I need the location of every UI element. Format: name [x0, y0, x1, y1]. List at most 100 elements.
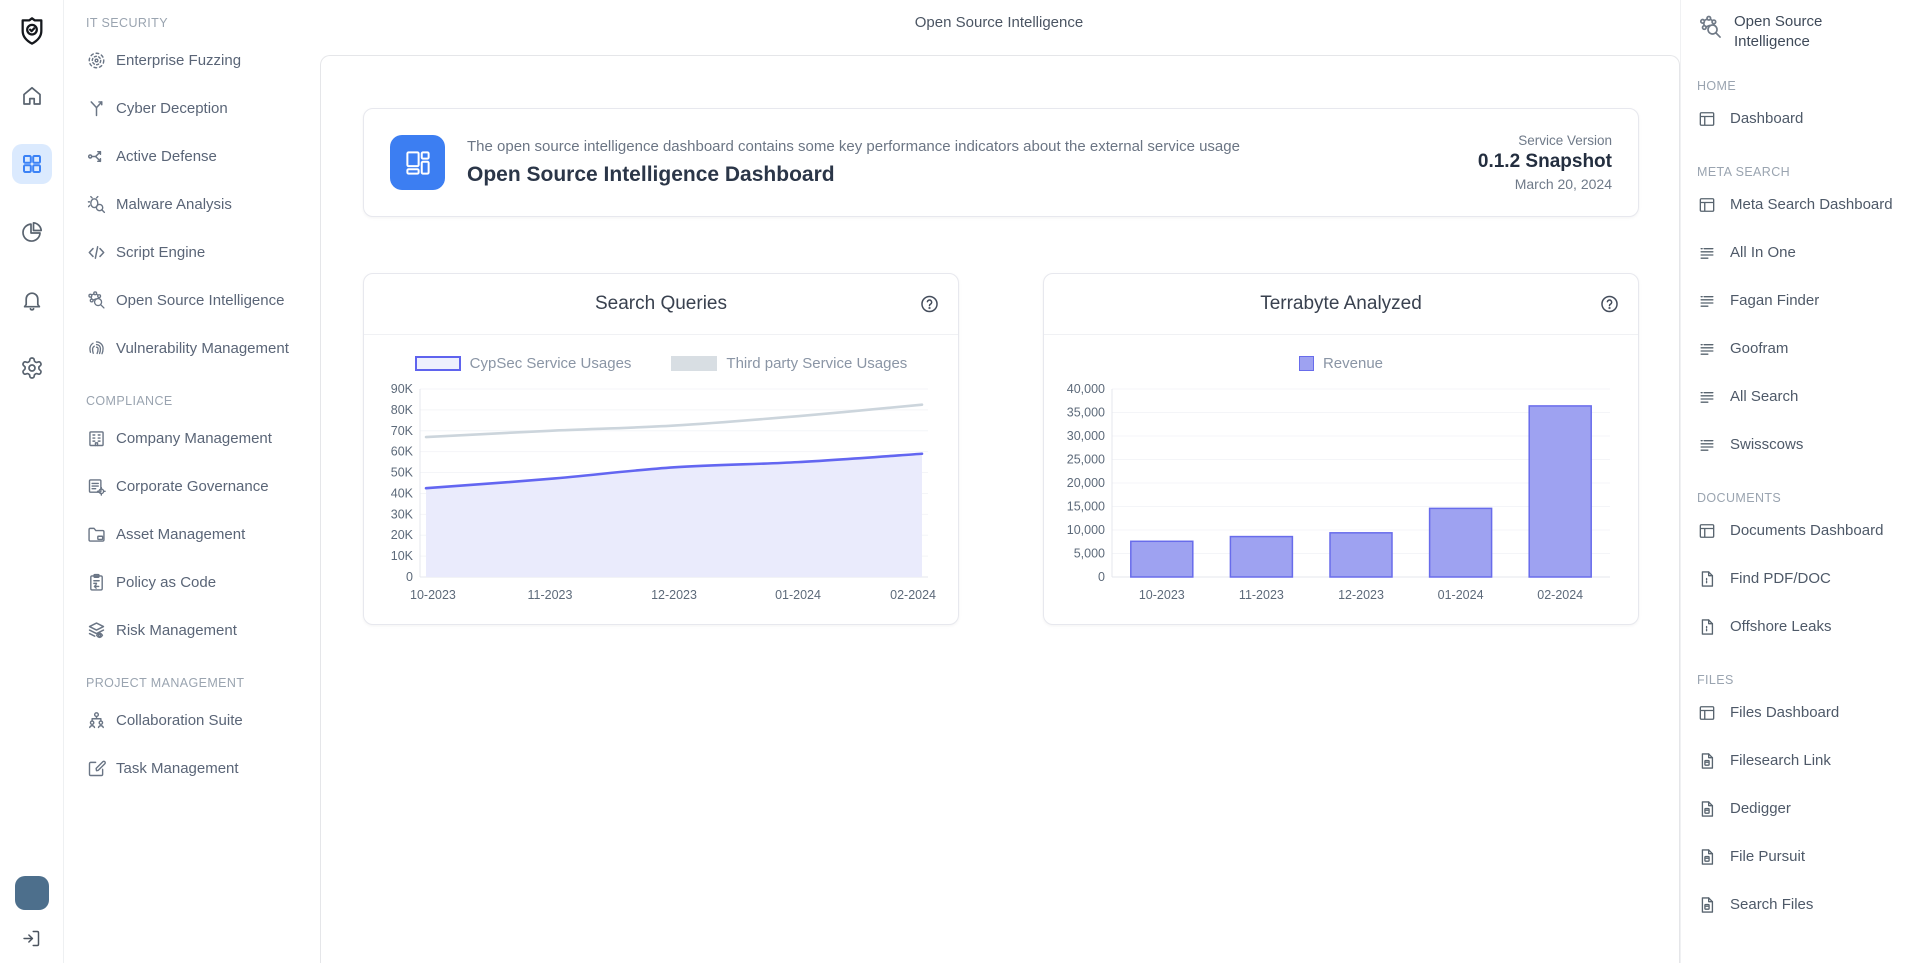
- rs-item-goofram[interactable]: Goofram: [1697, 325, 1912, 373]
- svg-text:60K: 60K: [391, 445, 414, 459]
- rs-item-dashboard[interactable]: Dashboard: [1697, 95, 1912, 143]
- sidebar-item-risk-management[interactable]: Risk Management: [86, 606, 308, 654]
- search-queries-chart: 010K20K30K40K50K60K70K80K90K10-202311-20…: [382, 379, 938, 607]
- rs-item-label: File Pursuit: [1730, 848, 1805, 865]
- sidebar-item-asset-management[interactable]: Asset Management: [86, 510, 308, 558]
- svg-text:80K: 80K: [391, 403, 414, 417]
- rs-item-label: Dedigger: [1730, 800, 1791, 817]
- sidebar-item-open-source-intelligence[interactable]: Open Source Intelligence: [86, 276, 308, 324]
- doc-icon: [1697, 617, 1717, 637]
- rs-item-label: Swisscows: [1730, 436, 1803, 453]
- sidebar-item-corporate-governance[interactable]: Corporate Governance: [86, 462, 308, 510]
- home-icon: [20, 84, 44, 108]
- help-icon[interactable]: [919, 294, 940, 315]
- svg-text:12-2023: 12-2023: [651, 588, 697, 602]
- rs-item-file-pursuit[interactable]: File Pursuit: [1697, 833, 1912, 881]
- doc-icon: [1697, 569, 1717, 589]
- rail-dashboard[interactable]: [12, 144, 52, 184]
- search-queries-card: Search Queries CypSec Service UsagesThir…: [363, 273, 959, 625]
- sidebar-item-label: Malware Analysis: [116, 196, 232, 213]
- lines-icon: [1697, 291, 1717, 311]
- sidebar-item-active-defense[interactable]: Active Defense: [86, 132, 308, 180]
- rail-settings[interactable]: [12, 348, 52, 388]
- rs-item-offshore-leaks[interactable]: Offshore Leaks: [1697, 603, 1912, 651]
- main-card: The open source intelligence dashboard c…: [320, 55, 1680, 963]
- layers-icon: [86, 620, 107, 641]
- filebox-icon: [1697, 751, 1717, 771]
- section-title-project-management: PROJECT MANAGEMENT: [86, 676, 308, 690]
- logout-icon[interactable]: [21, 928, 42, 949]
- sidebar-item-malware-analysis[interactable]: Malware Analysis: [86, 180, 308, 228]
- rs-item-label: Files Dashboard: [1730, 704, 1839, 721]
- rs-item-swisscows[interactable]: Swisscows: [1697, 421, 1912, 469]
- sidebar-item-label: Task Management: [116, 760, 239, 777]
- sidebar-item-cyber-deception[interactable]: Cyber Deception: [86, 84, 308, 132]
- user-avatar[interactable]: [15, 876, 49, 910]
- svg-text:02-2024: 02-2024: [1537, 588, 1583, 602]
- fingerprint-icon: [86, 338, 107, 359]
- osint-network-search-icon: [1697, 14, 1724, 41]
- rs-item-fagan-finder[interactable]: Fagan Finder: [1697, 277, 1912, 325]
- filebox-icon: [1697, 895, 1717, 915]
- target-icon: [86, 50, 107, 71]
- legend-label: Third party Service Usages: [726, 355, 907, 372]
- legend-label: CypSec Service Usages: [470, 355, 632, 372]
- lines-icon: [1697, 243, 1717, 263]
- svg-text:10,000: 10,000: [1067, 523, 1105, 537]
- sidebar-item-label: Company Management: [116, 430, 272, 447]
- rs-item-documents-dashboard[interactable]: Documents Dashboard: [1697, 507, 1912, 555]
- rs-item-files-dashboard[interactable]: Files Dashboard: [1697, 689, 1912, 737]
- rail-analytics[interactable]: [12, 212, 52, 252]
- window-icon: [1697, 109, 1717, 129]
- legend-item-cypsec-service-usages[interactable]: CypSec Service Usages: [415, 355, 632, 372]
- section-title-it-security: IT SECURITY: [86, 16, 308, 30]
- sidebar-item-label: Corporate Governance: [116, 478, 269, 495]
- rs-item-label: Meta Search Dashboard: [1730, 196, 1893, 213]
- sidebar-item-label: Asset Management: [116, 526, 245, 543]
- rs-item-dedigger[interactable]: Dedigger: [1697, 785, 1912, 833]
- svg-text:11-2023: 11-2023: [1239, 588, 1284, 602]
- svg-text:90K: 90K: [391, 382, 414, 396]
- dashboard-info-card: The open source intelligence dashboard c…: [363, 108, 1639, 217]
- rs-section-title-files: FILES: [1697, 673, 1912, 687]
- rs-section-title-home: HOME: [1697, 79, 1912, 93]
- rs-item-all-search[interactable]: All Search: [1697, 373, 1912, 421]
- svg-text:0: 0: [1098, 570, 1105, 584]
- sidebar-item-company-management[interactable]: Company Management: [86, 414, 308, 462]
- svg-text:11-2023: 11-2023: [528, 588, 573, 602]
- app-logo-shield-check-icon[interactable]: [15, 14, 49, 48]
- rail-home[interactable]: [12, 76, 52, 116]
- sidebar-item-collaboration-suite[interactable]: Collaboration Suite: [86, 696, 308, 744]
- rs-item-filesearch-link[interactable]: Filesearch Link: [1697, 737, 1912, 785]
- search-queries-legend: CypSec Service Usages Third party Service…: [382, 349, 940, 377]
- sidebar-item-policy-as-code[interactable]: Policy as Code: [86, 558, 308, 606]
- sidebar-item-vulnerability-management[interactable]: Vulnerability Management: [86, 324, 308, 372]
- rs-item-all-in-one[interactable]: All In One: [1697, 229, 1912, 277]
- rail-notifications[interactable]: [12, 280, 52, 320]
- rs-item-meta-search-dashboard[interactable]: Meta Search Dashboard: [1697, 181, 1912, 229]
- icon-rail: [0, 0, 64, 963]
- rs-item-find-pdf-doc[interactable]: Find PDF/DOC: [1697, 555, 1912, 603]
- rs-item-search-files[interactable]: Search Files: [1697, 881, 1912, 929]
- rs-item-label: Find PDF/DOC: [1730, 570, 1831, 587]
- svg-text:20K: 20K: [391, 528, 414, 542]
- filebox-icon: [1697, 847, 1717, 867]
- svg-text:20,000: 20,000: [1067, 476, 1105, 490]
- svg-text:25,000: 25,000: [1067, 453, 1105, 467]
- legend-item-revenue[interactable]: Revenue: [1299, 355, 1383, 372]
- window-icon: [1697, 521, 1717, 541]
- service-version-label: Service Version: [1478, 133, 1612, 148]
- sidebar-item-script-engine[interactable]: Script Engine: [86, 228, 308, 276]
- osint-icon: [86, 290, 107, 311]
- help-icon[interactable]: [1599, 294, 1620, 315]
- sidebar-item-task-management[interactable]: Task Management: [86, 744, 308, 792]
- filebox-icon: [1697, 799, 1717, 819]
- legend-item-third-party-service-usages[interactable]: Third party Service Usages: [671, 355, 907, 372]
- edit-icon: [86, 758, 107, 779]
- service-version-date: March 20, 2024: [1478, 176, 1612, 192]
- svg-text:40,000: 40,000: [1067, 382, 1105, 396]
- flow-icon: [86, 146, 107, 167]
- sidebar-item-enterprise-fuzzing[interactable]: Enterprise Fuzzing: [86, 36, 308, 84]
- left-sidebar: IT SECURITY Enterprise Fuzzing Cyber Dec…: [64, 0, 318, 963]
- svg-text:02-2024: 02-2024: [890, 588, 936, 602]
